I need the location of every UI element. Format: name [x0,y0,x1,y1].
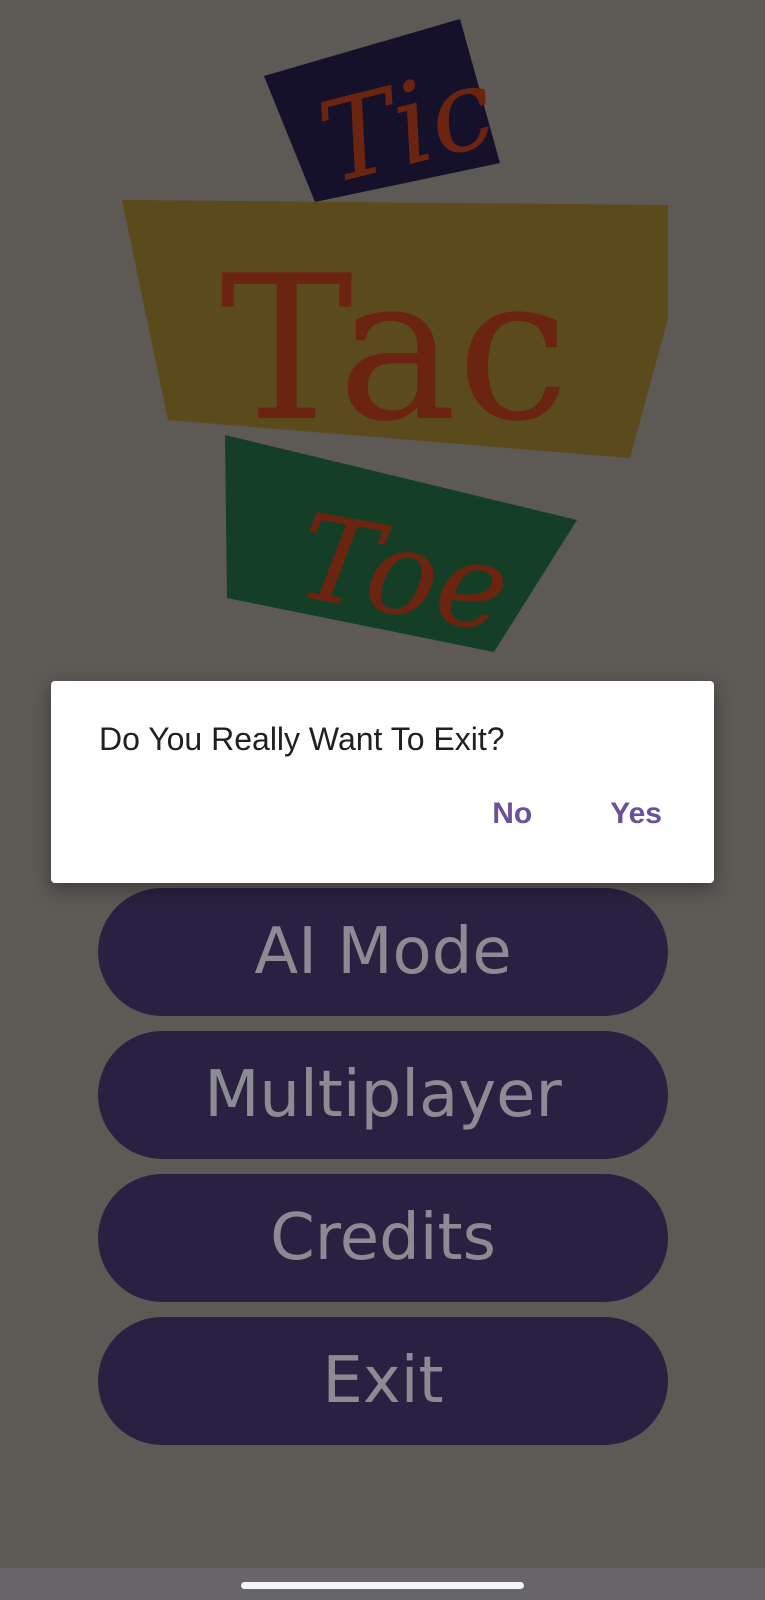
game-logo: Tic Tac Toe [0,0,765,680]
dialog-actions: No Yes [484,791,670,837]
no-button[interactable]: No [484,791,540,837]
exit-confirm-dialog: Do You Really Want To Exit? No Yes [51,681,714,883]
system-nav-bar [0,1568,765,1600]
home-indicator[interactable] [241,1582,524,1589]
yes-button[interactable]: Yes [602,791,670,837]
credits-button[interactable]: Credits [98,1174,668,1302]
main-menu-screen: Tic Tac Toe AI Mode Multiplayer Credits … [0,0,765,1568]
logo-word-tac: Tac [220,233,569,466]
main-menu: AI Mode Multiplayer Credits Exit [98,888,668,1460]
ai-mode-button[interactable]: AI Mode [98,888,668,1016]
multiplayer-button[interactable]: Multiplayer [98,1031,668,1159]
exit-button[interactable]: Exit [98,1317,668,1445]
dialog-message: Do You Really Want To Exit? [99,721,505,757]
